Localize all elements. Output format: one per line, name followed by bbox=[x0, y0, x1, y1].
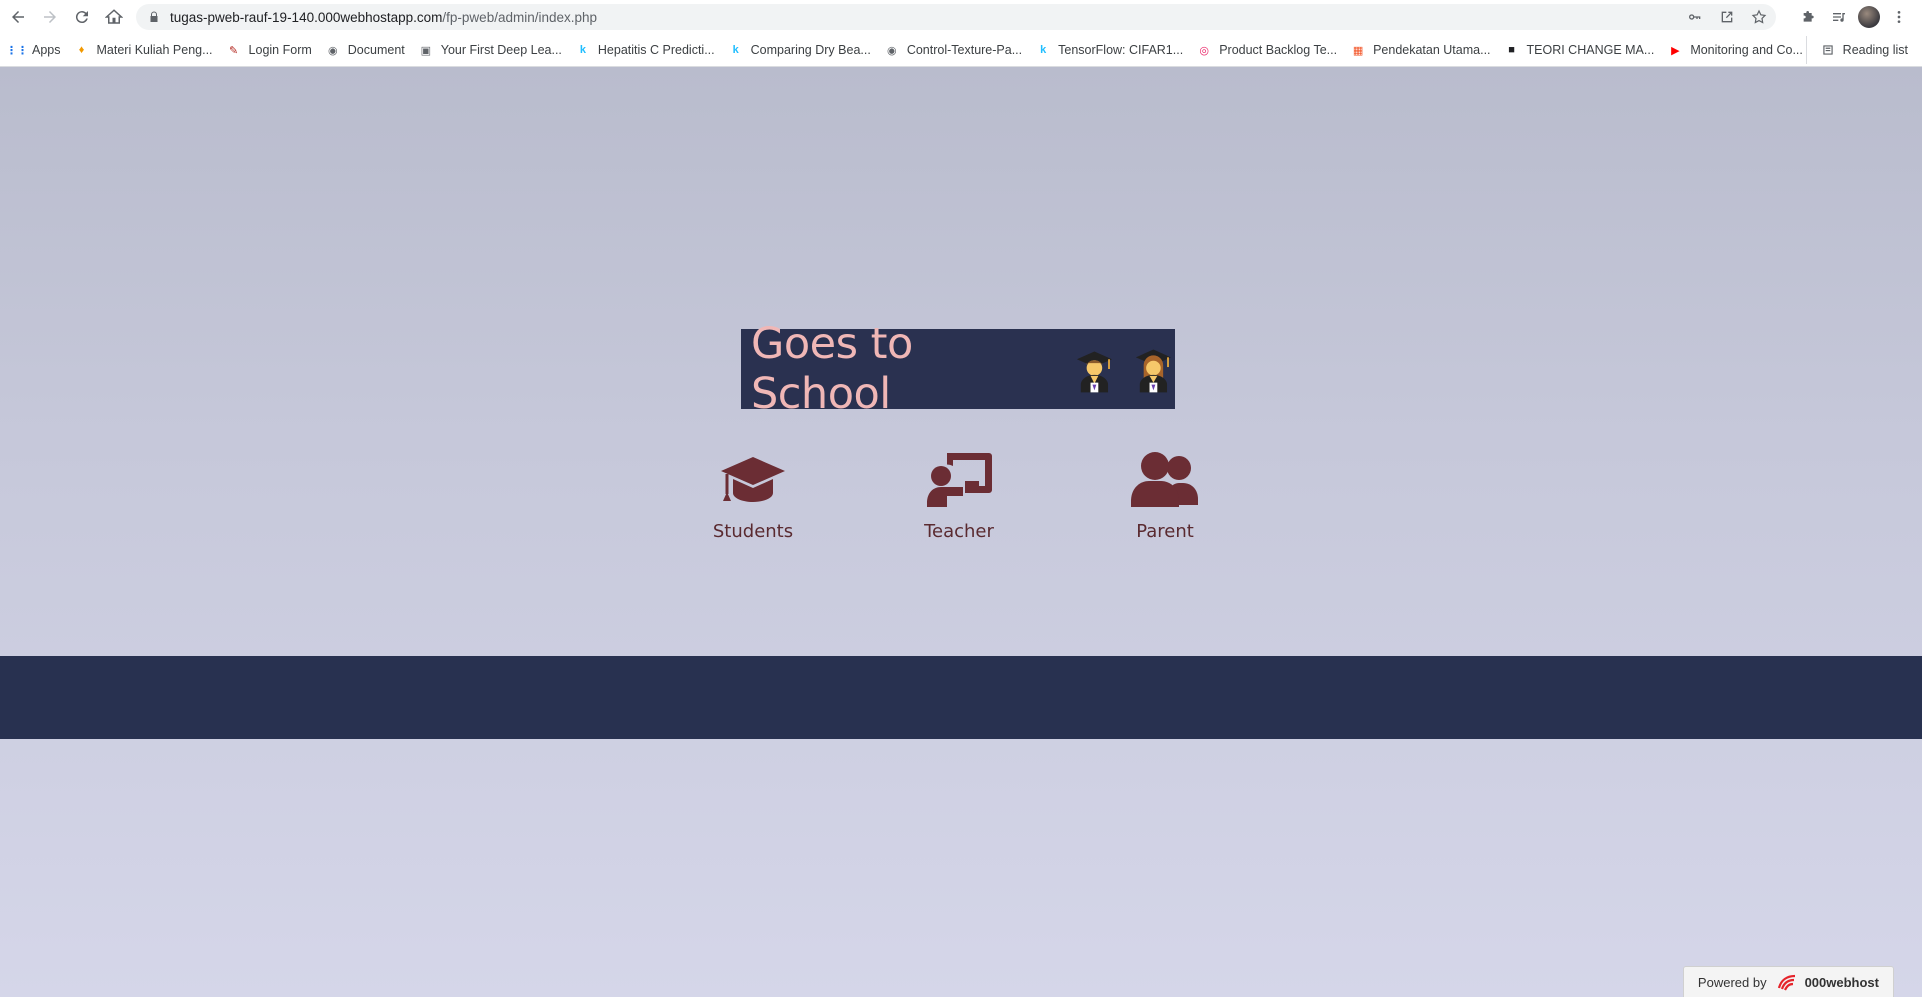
bookmark-label: Pendekatan Utama... bbox=[1373, 43, 1491, 57]
reading-list-button[interactable]: Reading list bbox=[1805, 36, 1908, 64]
bookmark-item[interactable]: ▦ Pendekatan Utama... bbox=[1344, 36, 1497, 64]
reload-button[interactable] bbox=[66, 0, 98, 34]
apps-grid-icon: ⋮⋮ bbox=[6, 44, 28, 57]
image-thumb-icon: ▣ bbox=[420, 44, 431, 57]
youtube-icon: ▶ bbox=[1671, 44, 1680, 57]
url-text: tugas-pweb-rauf-19-140.000webhostapp.com… bbox=[170, 10, 597, 25]
media-queue-icon[interactable] bbox=[1828, 6, 1850, 28]
role-label: Parent bbox=[1136, 521, 1194, 542]
profile-avatar[interactable] bbox=[1858, 6, 1880, 28]
webhost-brand: 000webhost bbox=[1804, 974, 1879, 990]
home-button[interactable] bbox=[98, 0, 130, 34]
url-path: /fp-pweb/admin/index.php bbox=[442, 9, 598, 25]
key-icon[interactable] bbox=[1684, 6, 1706, 28]
bookmark-label: Materi Kuliah Peng... bbox=[96, 43, 213, 57]
more-menu-icon[interactable] bbox=[1888, 6, 1910, 28]
bookmark-item[interactable]: ▶ Monitoring and Co... bbox=[1661, 36, 1810, 64]
home-icon bbox=[105, 9, 123, 24]
title-banner: Goes to School bbox=[741, 319, 1175, 419]
bookmark-item[interactable]: ♦ Materi Kuliah Peng... bbox=[68, 36, 220, 64]
bookmark-label: Apps bbox=[32, 43, 61, 57]
bookmark-label: Hepatitis C Predicti... bbox=[597, 43, 715, 57]
bookmark-item[interactable]: k Comparing Dry Bea... bbox=[722, 36, 878, 64]
reading-list-icon bbox=[1823, 45, 1833, 55]
reload-icon bbox=[75, 11, 88, 24]
globe-icon: ◉ bbox=[327, 44, 338, 57]
back-button[interactable] bbox=[2, 0, 34, 34]
role-label: Students bbox=[712, 521, 794, 542]
bookmark-item[interactable]: ◎ Product Backlog Te... bbox=[1190, 36, 1344, 64]
chalkboard-teacher-icon bbox=[927, 453, 992, 507]
webhost-logo-icon bbox=[1777, 974, 1795, 991]
bookmark-item[interactable]: ◉ Document bbox=[319, 36, 412, 64]
globe-icon: ◉ bbox=[887, 44, 897, 57]
bookmark-label: Login Form bbox=[248, 43, 312, 57]
extensions-icon[interactable] bbox=[1798, 6, 1820, 28]
bookmarks-bar: ⋮⋮ Apps ♦ Materi Kuliah Peng... ✎ Login Form ◉… bbox=[0, 34, 1922, 67]
dark-square-icon: ■ bbox=[1508, 44, 1515, 56]
kaggle-icon: k bbox=[1040, 44, 1047, 56]
bookmark-label: TensorFlow: CIFAR1... bbox=[1058, 43, 1184, 57]
kaggle-icon: k bbox=[732, 44, 739, 56]
login-form-icon: ✎ bbox=[228, 44, 239, 57]
bookmark-label: Monitoring and Co... bbox=[1690, 43, 1803, 57]
arrow-right-icon bbox=[44, 11, 56, 23]
bookmark-item[interactable]: k Hepatitis C Predicti... bbox=[569, 36, 722, 64]
bookmark-label: Product Backlog Te... bbox=[1219, 43, 1338, 57]
bookmark-list: ⋮⋮ Apps ♦ Materi Kuliah Peng... ✎ Login Form ◉… bbox=[3, 36, 1810, 64]
users-icon bbox=[1131, 452, 1198, 507]
bookmark-label: Your First Deep Lea... bbox=[440, 43, 562, 57]
student-man-icon bbox=[1077, 351, 1113, 393]
arrow-left-icon bbox=[12, 11, 24, 23]
student-woman-icon bbox=[1136, 349, 1172, 393]
reading-list-label: Reading list bbox=[1842, 43, 1908, 57]
bookmark-label: Comparing Dry Bea... bbox=[750, 43, 871, 57]
flame-icon: ♦ bbox=[78, 44, 85, 56]
bookmark-label: Control-Texture-Pa... bbox=[906, 43, 1023, 57]
bookmark-item[interactable]: ◉ Control-Texture-Pa... bbox=[878, 36, 1029, 64]
backlog-icon: ◎ bbox=[1199, 44, 1209, 57]
page-title: Goes to School bbox=[751, 319, 913, 419]
bookmark-item[interactable]: k TensorFlow: CIFAR1... bbox=[1029, 36, 1190, 64]
url-host: tugas-pweb-rauf-19-140.000webhostapp.com bbox=[170, 9, 443, 25]
star-icon[interactable] bbox=[1748, 6, 1770, 28]
bookmark-label: TEORI CHANGE MA... bbox=[1526, 43, 1655, 57]
role-label: Teacher bbox=[924, 521, 994, 542]
address-bar[interactable]: tugas-pweb-rauf-19-140.000webhostapp.com… bbox=[136, 4, 1776, 30]
footer-band bbox=[0, 656, 1922, 739]
role-parent[interactable]: Parent bbox=[1100, 451, 1230, 542]
powered-by-label: Powered by bbox=[1697, 974, 1767, 990]
bookmark-label: Document bbox=[347, 43, 405, 57]
bookmark-item[interactable]: ▣ Your First Deep Lea... bbox=[412, 36, 569, 64]
forward-button[interactable] bbox=[34, 0, 66, 34]
share-icon[interactable] bbox=[1716, 6, 1738, 28]
microsoft-icon: ▦ bbox=[1352, 44, 1364, 57]
bookmark-item[interactable]: ✎ Login Form bbox=[220, 36, 319, 64]
role-students[interactable]: Students bbox=[688, 451, 818, 542]
bookmark-item[interactable]: ⋮⋮ Apps bbox=[3, 36, 68, 64]
page-content: Goes to School Students Teacher Parent P… bbox=[0, 67, 1922, 997]
powered-by-badge[interactable]: Powered by 000webhost bbox=[1682, 966, 1894, 997]
bookmark-item[interactable]: ■ TEORI CHANGE MA... bbox=[1498, 36, 1662, 64]
kaggle-icon: k bbox=[579, 44, 586, 56]
role-teacher[interactable]: Teacher bbox=[894, 451, 1024, 542]
lock-icon bbox=[150, 11, 158, 22]
graduation-cap-icon bbox=[721, 457, 785, 502]
browser-toolbar: tugas-pweb-rauf-19-140.000webhostapp.com… bbox=[0, 0, 1922, 34]
